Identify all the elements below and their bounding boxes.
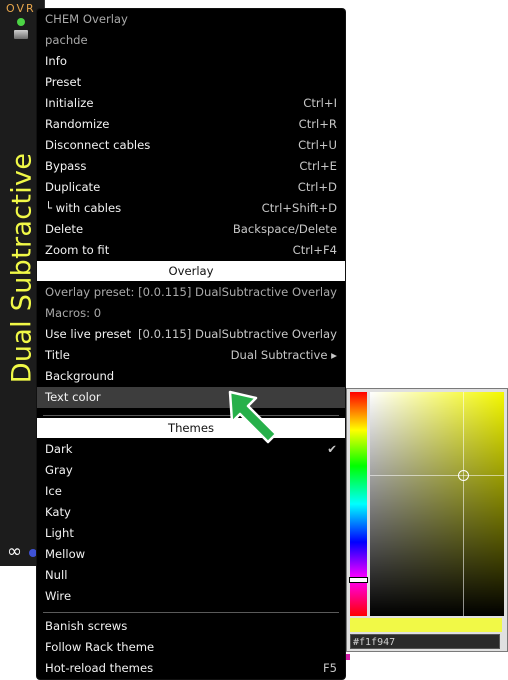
- menu-item-label: Info: [45, 54, 67, 68]
- menu-item-shortcut: Ctrl+Shift+D: [261, 201, 337, 215]
- menu-item-label: Banish screws: [45, 619, 128, 633]
- menu-item-gray[interactable]: Gray: [37, 460, 345, 481]
- menu-item-label: Background: [45, 369, 115, 383]
- color-picker: #f1f947: [346, 388, 508, 652]
- menu-item-mellow[interactable]: Mellow: [37, 544, 345, 565]
- infinity-icon: ∞: [7, 541, 22, 562]
- menu-item-preset[interactable]: Preset▸: [37, 72, 345, 93]
- menu-item-label: └ with cables: [45, 201, 122, 215]
- menu-item-zoom-to-fit[interactable]: Zoom to fit Ctrl+F4: [37, 240, 345, 261]
- menu-item-label: Initialize: [45, 96, 94, 110]
- hue-slider[interactable]: [350, 392, 367, 616]
- menu-item-label: Follow Rack theme: [45, 640, 155, 654]
- current-color-swatch: [350, 618, 502, 632]
- menu-item-label: Gray: [45, 463, 73, 477]
- checkmark-icon: ✔: [327, 442, 337, 456]
- connection-dot-icon: [29, 549, 37, 557]
- menu-item-label: Mellow: [45, 547, 86, 561]
- menu-item-shortcut: [0.0.115] DualSubtractive Overlay: [138, 327, 337, 341]
- menu-item-shortcut: Ctrl+E: [299, 159, 337, 173]
- hex-color-field[interactable]: #f1f947: [350, 634, 500, 649]
- menu-item-label: Macros: 0: [45, 306, 102, 320]
- menu-item-overlay-preset-0-0-115-dualsubtractive-overlay: Overlay preset: [0.0.115] DualSubtractiv…: [37, 282, 345, 303]
- menu-item-info[interactable]: Info▸: [37, 51, 345, 72]
- menu-item-light[interactable]: Light: [37, 523, 345, 544]
- menu-item-label: Light: [45, 526, 74, 540]
- menu-item-delete[interactable]: Delete Backspace/Delete: [37, 219, 345, 240]
- menu-item-shortcut: Ctrl+F4: [292, 243, 337, 257]
- menu-item-shortcut: Dual Subtractive ▸: [230, 348, 337, 362]
- menu-item-hot-reload-themes[interactable]: Hot-reload themes F5: [37, 658, 345, 679]
- menu-item-ice[interactable]: Ice: [37, 481, 345, 502]
- menu-item-title[interactable]: Title Dual Subtractive ▸: [37, 345, 345, 366]
- menu-item-shortcut: F5: [322, 661, 337, 675]
- module-title: Dual Subtractive: [6, 152, 38, 384]
- menu-item-label: Text color: [45, 390, 101, 404]
- menu-item-null[interactable]: Null: [37, 565, 345, 586]
- status-led: [17, 18, 25, 26]
- menu-item-chem-overlay: CHEM Overlay: [37, 9, 345, 30]
- menu-item-label: Wire: [45, 589, 72, 603]
- menu-item-background[interactable]: Background▸: [37, 366, 345, 387]
- menu-item-label: pachde: [45, 33, 88, 47]
- overlay-section-header: Overlay: [37, 261, 345, 281]
- context-menu: CHEM OverlaypachdeInfo▸Preset▸Initialize…: [37, 9, 345, 679]
- menu-item-shortcut: Backspace/Delete: [232, 222, 337, 236]
- crosshair-vertical: [463, 392, 464, 616]
- menu-item-randomize[interactable]: Randomize Ctrl+R: [37, 114, 345, 135]
- menu-item-label: Preset: [45, 75, 82, 89]
- menu-item-label: Bypass: [45, 159, 87, 173]
- menu-item-follow-rack-theme[interactable]: Follow Rack theme: [37, 637, 345, 658]
- menu-item-shortcut: Ctrl+D: [297, 180, 337, 194]
- menu-item-label: CHEM Overlay: [45, 12, 128, 26]
- green-arrow-icon: [228, 390, 278, 444]
- menu-item-label: Title: [45, 348, 70, 362]
- menu-item-label: Use live preset: [45, 327, 132, 341]
- menu-item-label: Overlay preset: [0.0.115] DualSubtractiv…: [45, 285, 338, 299]
- themes-section-header: Themes: [37, 418, 345, 438]
- menu-item-label: Disconnect cables: [45, 138, 151, 152]
- menu-item-shortcut: Ctrl+R: [298, 117, 337, 131]
- menu-item-label: Null: [45, 568, 68, 582]
- menu-item-initialize[interactable]: Initialize Ctrl+I: [37, 93, 345, 114]
- menu-item-use-live-preset[interactable]: Use live preset [0.0.115] DualSubtractive…: [37, 324, 345, 345]
- crosshair-horizontal: [370, 475, 504, 476]
- menu-item-label: Duplicate: [45, 180, 101, 194]
- menu-separator: [43, 612, 339, 613]
- menu-item-dark[interactable]: Dark ✔: [37, 439, 345, 460]
- menu-item-label: Katy: [45, 505, 71, 519]
- menu-separator: [43, 415, 339, 416]
- menu-item-shortcut: Ctrl+I: [303, 96, 337, 110]
- menu-item-pachde: pachde: [37, 30, 345, 51]
- menu-item-label: Hot-reload themes: [45, 661, 154, 675]
- menu-item-banish-screws[interactable]: Banish screws: [37, 616, 345, 637]
- menu-item-wire[interactable]: Wire: [37, 586, 345, 607]
- menu-item-label: Zoom to fit: [45, 243, 110, 257]
- menu-item-shortcut: Ctrl+U: [298, 138, 337, 152]
- menu-item-katy[interactable]: Katy: [37, 502, 345, 523]
- module-button[interactable]: [14, 30, 28, 39]
- module-brand: OVR: [6, 2, 36, 15]
- menu-item-label: Randomize: [45, 117, 110, 131]
- saturation-value-field[interactable]: [370, 392, 504, 616]
- menu-item-duplicate[interactable]: Duplicate Ctrl+D: [37, 177, 345, 198]
- menu-item-label: Dark: [45, 442, 73, 456]
- menu-item-macros-0: Macros: 0: [37, 303, 345, 324]
- picker-handle[interactable]: [458, 470, 469, 481]
- menu-item-with-cables[interactable]: └ with cables Ctrl+Shift+D: [37, 198, 345, 219]
- hue-slider-handle[interactable]: [350, 578, 367, 582]
- menu-item-disconnect-cables[interactable]: Disconnect cables Ctrl+U: [37, 135, 345, 156]
- menu-item-bypass[interactable]: Bypass Ctrl+E: [37, 156, 345, 177]
- menu-item-label: Delete: [45, 222, 84, 236]
- menu-item-label: Ice: [45, 484, 62, 498]
- menu-item-text-color[interactable]: Text color▸: [37, 387, 345, 408]
